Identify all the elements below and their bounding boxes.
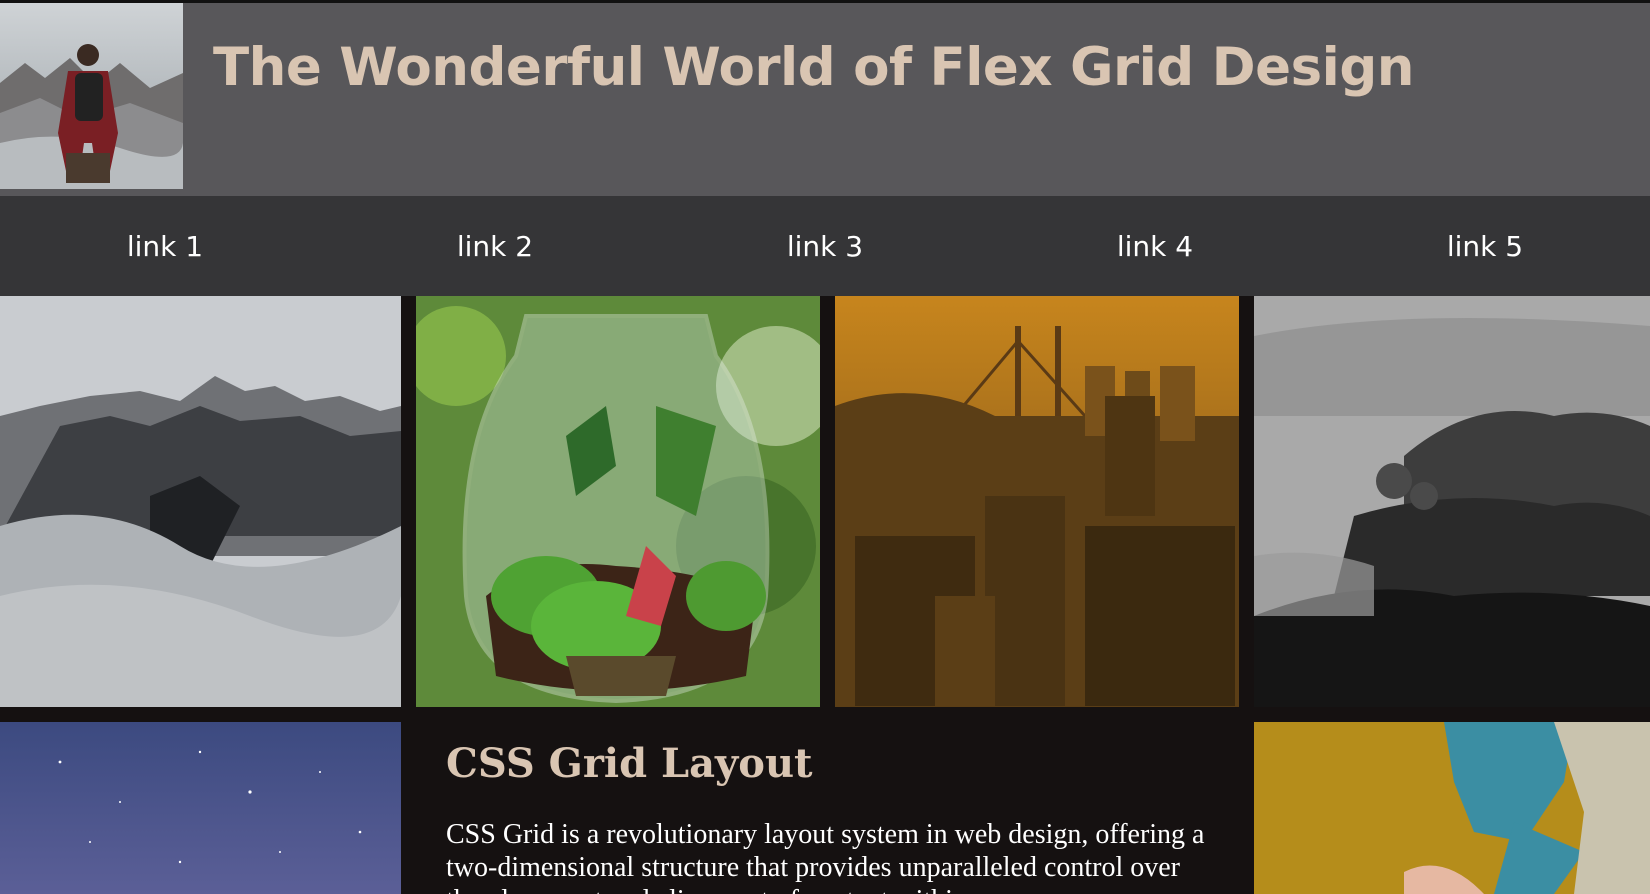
- main-nav: link 1 link 2 link 3 link 4 link 5: [0, 196, 1650, 296]
- nav-link-3[interactable]: link 3: [660, 196, 990, 296]
- site-header: The Wonderful World of Flex Grid Design: [0, 3, 1650, 196]
- nav-link-4[interactable]: link 4: [990, 196, 1320, 296]
- person-in-teal-sweater-photo-icon[interactable]: [1254, 722, 1650, 894]
- article-body: CSS Grid is a revolutionary layout syste…: [446, 819, 1205, 894]
- starry-night-sky-photo-icon[interactable]: [0, 722, 401, 894]
- article-section: CSS Grid Layout CSS Grid is a revolution…: [401, 722, 1253, 894]
- misty-forest-photo-icon[interactable]: [1254, 296, 1650, 707]
- nav-link-1[interactable]: link 1: [0, 196, 330, 296]
- terrarium-jar-photo-icon[interactable]: [416, 296, 820, 707]
- snowy-mountain-photo-icon[interactable]: [0, 296, 401, 707]
- golden-city-bridge-photo-icon[interactable]: [835, 296, 1239, 707]
- hiker-photo-icon[interactable]: [0, 3, 183, 189]
- nav-link-5[interactable]: link 5: [1320, 196, 1650, 296]
- article-title: CSS Grid Layout: [446, 740, 813, 787]
- site-title: The Wonderful World of Flex Grid Design: [213, 37, 1415, 98]
- nav-link-2[interactable]: link 2: [330, 196, 660, 296]
